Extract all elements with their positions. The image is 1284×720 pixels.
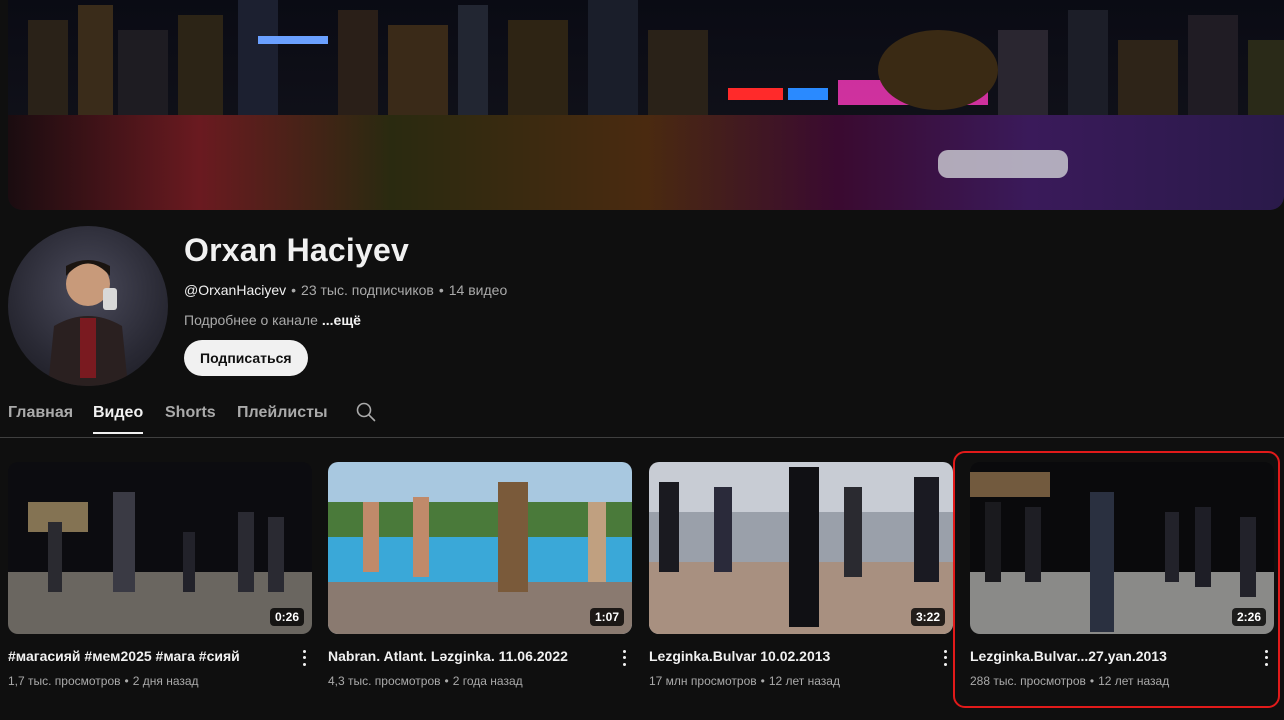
video-views: 17 млн просмотров xyxy=(649,674,757,688)
subscriber-count: 23 тыс. подписчиков xyxy=(301,282,434,298)
meta-separator: • xyxy=(444,674,449,688)
video-meta: 1,7 тыс. просмотров • 2 дня назад xyxy=(8,674,199,688)
video-meta: 4,3 тыс. просмотров • 2 года назад xyxy=(328,674,523,688)
video-thumbnail[interactable]: 2:26 xyxy=(970,462,1274,634)
video-title[interactable]: Lezginka.Bulvar...27.yan.2013 xyxy=(970,648,1240,664)
video-thumbnail[interactable]: 0:26 xyxy=(8,462,312,634)
tabs-divider xyxy=(0,437,1284,438)
video-title[interactable]: Nabran. Atlant. Ləzginka. 11.06.2022 xyxy=(328,648,598,664)
video-card[interactable]: 1:07 Nabran. Atlant. Ləzginka. 11.06.202… xyxy=(328,462,632,688)
video-title[interactable]: Lezginka.Bulvar 10.02.2013 xyxy=(649,648,919,664)
video-views: 4,3 тыс. просмотров xyxy=(328,674,441,688)
video-duration: 1:07 xyxy=(589,608,624,626)
tab-videos[interactable]: Видео xyxy=(93,404,144,434)
more-vert-icon[interactable] xyxy=(616,648,632,668)
channel-avatar[interactable] xyxy=(8,226,168,386)
video-duration: 3:22 xyxy=(910,608,945,626)
video-title[interactable]: #магасияй #мем2025 #мага #сияй xyxy=(8,648,278,664)
video-card[interactable]: 0:26 #магасияй #мем2025 #мага #сияй 1,7 … xyxy=(8,462,312,688)
about-more: ...ещё xyxy=(321,312,361,328)
video-thumbnail[interactable]: 3:22 xyxy=(649,462,953,634)
video-thumbnail[interactable]: 1:07 xyxy=(328,462,632,634)
channel-banner xyxy=(8,0,1284,210)
tab-playlists[interactable]: Плейлисты xyxy=(237,404,328,432)
more-vert-icon[interactable] xyxy=(296,648,312,668)
video-duration: 0:26 xyxy=(269,608,304,626)
channel-name: Orxan Haciyev xyxy=(184,232,409,268)
search-icon[interactable] xyxy=(356,402,376,422)
video-count: 14 видео xyxy=(448,282,508,298)
more-vert-icon[interactable] xyxy=(1258,648,1274,668)
about-text: Подробнее о канале xyxy=(184,312,318,328)
meta-separator: • xyxy=(291,282,297,298)
video-age: 12 лет назад xyxy=(1098,674,1170,688)
meta-separator: • xyxy=(760,674,765,688)
tab-home[interactable]: Главная xyxy=(8,404,73,432)
video-views: 288 тыс. просмотров xyxy=(970,674,1086,688)
video-card[interactable]: 2:26 Lezginka.Bulvar...27.yan.2013 288 т… xyxy=(970,462,1274,688)
channel-about-link[interactable]: Подробнее о канале ...ещё xyxy=(184,312,361,328)
more-vert-icon[interactable] xyxy=(937,648,953,668)
channel-meta: @OrxanHaciyev • 23 тыс. подписчиков • 14 вид… xyxy=(184,282,507,298)
video-duration: 2:26 xyxy=(1231,608,1266,626)
video-age: 2 дня назад xyxy=(132,674,199,688)
channel-handle: @OrxanHaciyev xyxy=(184,282,287,298)
meta-separator: • xyxy=(1089,674,1095,688)
video-age: 12 лет назад xyxy=(768,674,840,688)
subscribe-button[interactable]: Подписаться xyxy=(184,340,308,376)
meta-separator: • xyxy=(124,674,129,688)
channel-tabs: Главная Видео Shorts Плейлисты xyxy=(8,396,1284,438)
video-views: 1,7 тыс. просмотров xyxy=(8,674,121,688)
video-meta: 17 млн просмотров • 12 лет назад xyxy=(649,674,840,688)
tab-shorts[interactable]: Shorts xyxy=(165,404,216,432)
video-meta: 288 тыс. просмотров • 12 лет назад xyxy=(970,674,1169,688)
video-card[interactable]: 3:22 Lezginka.Bulvar 10.02.2013 17 млн п… xyxy=(649,462,953,688)
meta-separator: • xyxy=(438,282,444,298)
video-age: 2 года назад xyxy=(452,674,523,688)
channel-page: Orxan Haciyev @OrxanHaciyev • 23 тыс. подп… xyxy=(0,0,1284,720)
